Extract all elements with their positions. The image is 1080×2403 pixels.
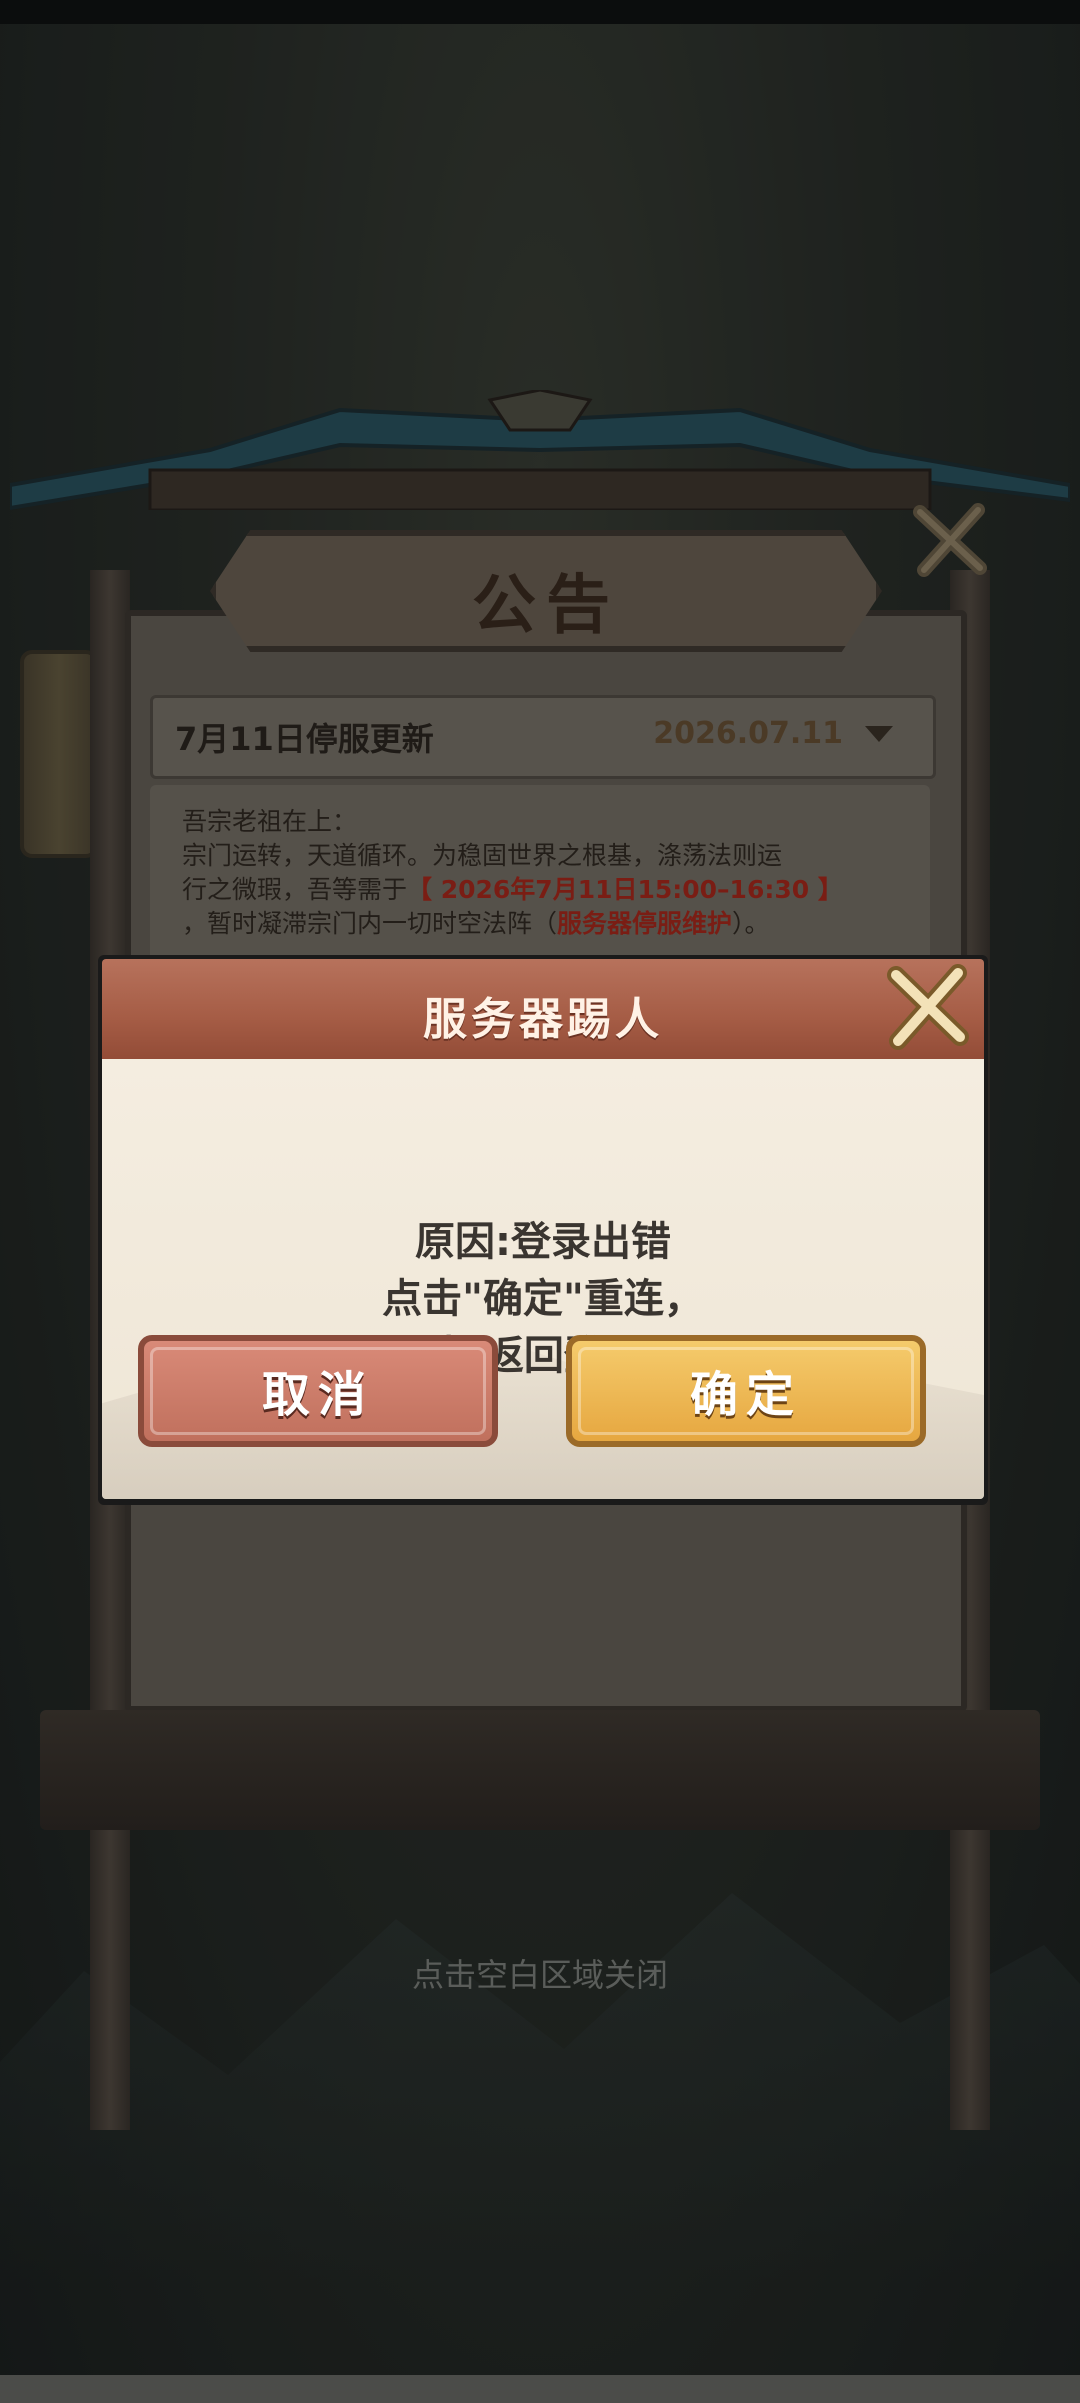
announcement-line: ，暂时凝滞宗门内一切时空法阵（服务器停服维护）。	[182, 907, 912, 941]
announcement-line: 宗门运转，天道循环。为稳固世界之根基，涤荡法则运	[182, 841, 783, 870]
confirm-button-label: 确定	[689, 1367, 802, 1423]
announcement-text-span: ，暂时凝滞宗门内一切时空法阵（	[182, 909, 558, 938]
announcement-line: 行之微瑕，吾等需于【 2026年7月11日15:00–16:30 】	[182, 873, 912, 907]
dialog-title: 服务器踢人	[423, 994, 663, 1045]
cancel-button[interactable]: 取消	[138, 1335, 498, 1447]
tap-to-close-hint: 点击空白区域关闭	[411, 1956, 668, 1994]
dialog-instruction: 点击"确定"重连，	[382, 1276, 704, 1322]
dialog-reason: 原因:登录出错	[415, 1219, 671, 1265]
maintenance-time: 【 2026年7月11日15:00–16:30 】	[407, 875, 843, 904]
announcement-selector[interactable]: 7月11日停服更新 2026.07.11	[150, 695, 936, 779]
cancel-button-label: 取消	[261, 1367, 374, 1423]
roof-decoration	[10, 390, 1070, 510]
kick-dialog: 服务器踢人 原因:登录出错 点击"确定"重连， "取消"返回登录界面 取消 确定	[98, 955, 988, 1505]
announcement-text-span: 行之微瑕，吾等需于	[182, 875, 408, 904]
announcement-line: 吾宗老祖在上：	[182, 807, 358, 836]
maintenance-label: 服务器停服维护	[557, 909, 733, 938]
announcement-text: 吾宗老祖在上： 宗门运转，天道循环。为稳固世界之根基，涤荡法则运 行之微瑕，吾等…	[182, 805, 912, 941]
announcement-text-span: ）。	[732, 909, 770, 938]
close-x-icon[interactable]	[878, 957, 978, 1057]
dialog-title-bar: 服务器踢人	[102, 959, 984, 1059]
close-x-icon[interactable]	[910, 500, 990, 580]
confirm-button[interactable]: 确定	[566, 1335, 926, 1447]
announcement-title: 公告	[472, 568, 620, 643]
base-beam-decoration	[40, 1710, 1040, 1830]
announcement-item-date: 2026.07.11	[653, 716, 843, 751]
caret-down-icon[interactable]	[865, 726, 893, 742]
announcement-title-board: 公告	[210, 530, 882, 652]
announcement-item-title: 7月11日停服更新	[175, 720, 434, 758]
